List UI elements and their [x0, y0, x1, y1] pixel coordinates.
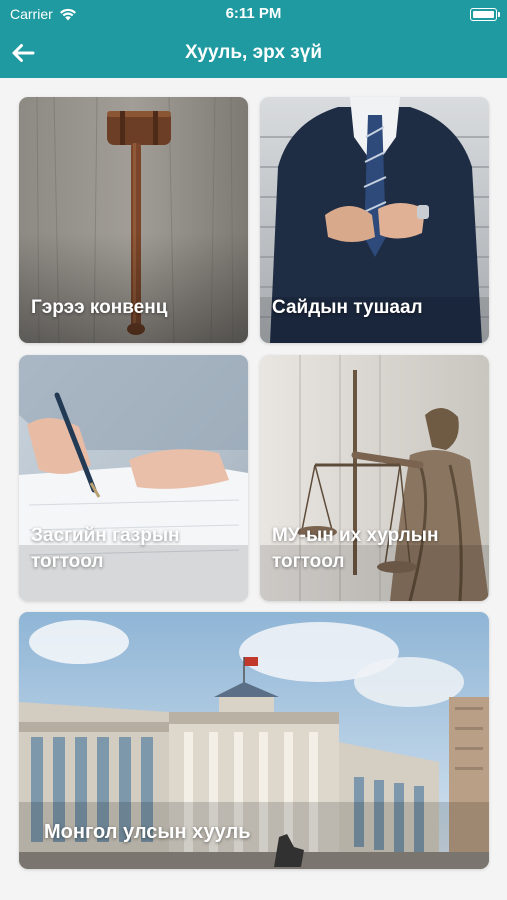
category-card-government-resolutions[interactable]: Засгийн газрын тогтоол	[19, 355, 248, 601]
status-time: 6:11 PM	[225, 5, 282, 22]
card-label: Гэрээ конвенц	[31, 297, 168, 318]
card-label: МУ-ын их хурлын тогтоол	[272, 525, 439, 572]
status-bar: Carrier 6:11 PM	[0, 0, 507, 28]
nav-bar: Хууль, эрх зүй	[0, 28, 507, 78]
card-label: Монгол улсын хууль	[44, 821, 251, 843]
category-card-parliament-resolutions[interactable]: МУ-ын их хурлын тогтоол	[260, 355, 489, 601]
page-title: Хууль, эрх зүй	[185, 42, 322, 63]
card-label: Засгийн газрын тогтоол	[31, 525, 180, 572]
battery-icon	[470, 8, 500, 21]
category-card-treaties[interactable]: Гэрээ конвенц	[19, 97, 248, 343]
card-label: Сайдын тушаал	[272, 297, 423, 318]
category-card-ministerial-orders[interactable]: Сайдын тушаал	[260, 97, 489, 343]
category-card-mongolian-laws[interactable]: Монгол улсын хууль	[19, 612, 489, 869]
